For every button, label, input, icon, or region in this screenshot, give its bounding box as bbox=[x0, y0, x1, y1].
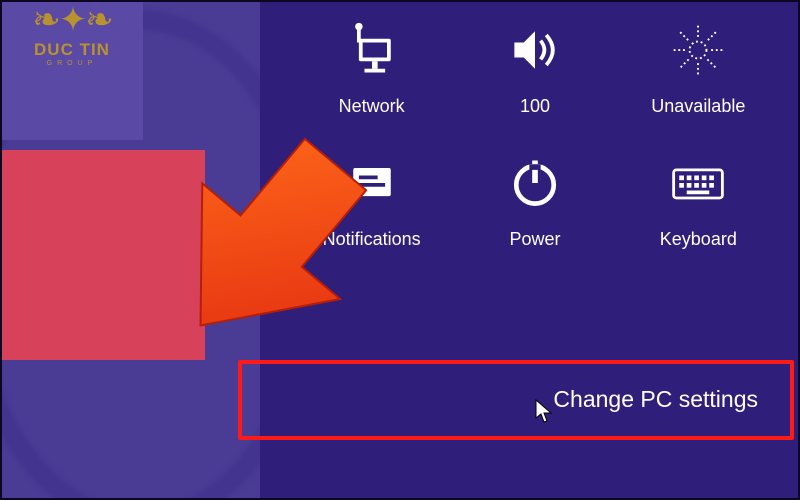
change-pc-settings-link[interactable]: Change PC settings bbox=[262, 362, 798, 436]
network-button[interactable]: Network bbox=[290, 18, 453, 117]
settings-item-label: Keyboard bbox=[660, 229, 737, 250]
watermark-logo: ❧✦❧ DUC TIN GROUP bbox=[8, 4, 136, 67]
settings-item-label: Power bbox=[509, 229, 560, 250]
volume-button[interactable]: 100 bbox=[453, 18, 616, 117]
settings-charm-panel: Network 100 bbox=[260, 0, 800, 500]
keyboard-button[interactable]: Keyboard bbox=[617, 151, 780, 250]
settings-grid: Network 100 bbox=[290, 18, 780, 250]
start-tile bbox=[0, 150, 205, 360]
power-button[interactable]: Power bbox=[453, 151, 616, 250]
watermark-brand: DUC TIN bbox=[8, 40, 136, 60]
settings-item-label: Network bbox=[339, 96, 405, 117]
brightness-icon bbox=[666, 18, 730, 82]
keyboard-icon bbox=[666, 151, 730, 215]
wings-icon: ❧✦❧ bbox=[8, 4, 136, 38]
watermark-sub: GROUP bbox=[8, 60, 136, 67]
change-pc-settings-label: Change PC settings bbox=[553, 386, 758, 413]
notifications-button[interactable]: Notifications bbox=[290, 151, 453, 250]
notifications-icon bbox=[340, 151, 404, 215]
power-icon bbox=[503, 151, 567, 215]
network-icon bbox=[340, 18, 404, 82]
cursor-icon bbox=[534, 398, 554, 424]
start-screen-background bbox=[0, 0, 260, 500]
settings-item-label: Notifications bbox=[323, 229, 421, 250]
settings-item-label: 100 bbox=[520, 96, 550, 117]
settings-item-label: Unavailable bbox=[651, 96, 745, 117]
brightness-button[interactable]: Unavailable bbox=[617, 18, 780, 117]
speaker-icon bbox=[503, 18, 567, 82]
